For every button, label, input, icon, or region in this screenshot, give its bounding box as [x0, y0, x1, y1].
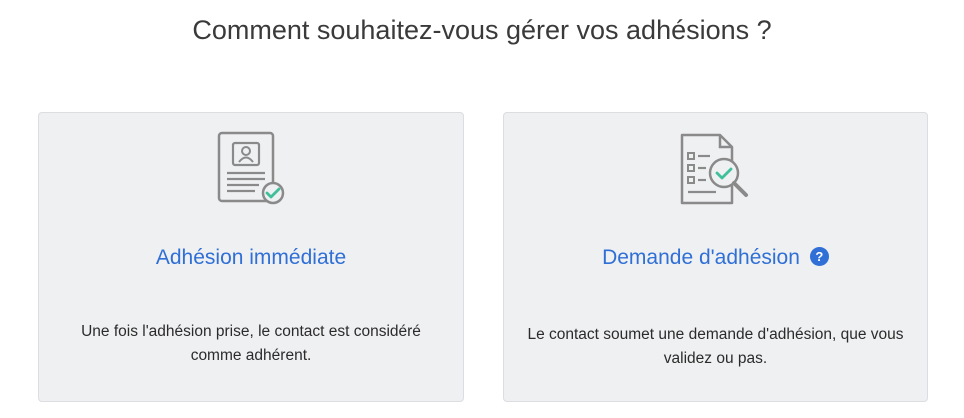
option-description: Le contact soumet une demande d'adhésion…	[527, 326, 904, 367]
help-icon[interactable]: ?	[809, 246, 829, 266]
member-card-check-icon	[217, 131, 285, 205]
option-title-row: Demande d'adhésion?	[504, 245, 927, 271]
option-title: Demande d'adhésion	[602, 246, 800, 269]
document-search-check-icon	[680, 133, 748, 205]
option-description: Une fois l'adhésion prise, le contact es…	[81, 323, 421, 364]
page-title: Comment souhaitez-vous gérer vos adhésio…	[192, 15, 772, 45]
option-title: Adhésion immédiate	[155, 246, 347, 269]
option-card-immediate[interactable]: Adhésion immédiate Une fois l'adhésion p…	[38, 112, 464, 402]
option-card-request[interactable]: Demande d'adhésion? Le contact soumet un…	[503, 112, 928, 402]
